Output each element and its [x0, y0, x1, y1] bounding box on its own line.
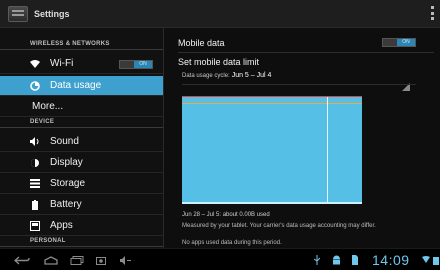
app-title: Settings: [34, 8, 70, 19]
system-navigation-bar: 14:09: [0, 248, 440, 270]
divider: [182, 84, 416, 85]
data-usage-icon: [28, 80, 42, 92]
sidebar-item-battery[interactable]: Battery: [0, 195, 163, 215]
wifi-icon: [28, 58, 42, 70]
storage-icon: [28, 178, 42, 190]
android-debug-icon: [332, 255, 341, 267]
measurement-note: Measured by your tablet. Your carrier's …: [182, 223, 376, 229]
brightness-icon: [28, 157, 42, 169]
sidebar-item-label: Battery: [50, 199, 82, 210]
section-header-wireless: WIRELESS & NETWORKS: [0, 41, 163, 50]
apps-icon: [28, 220, 42, 232]
usage-summary: Jun 28 – Jul 5: about 0.00B used: [182, 212, 270, 218]
sidebar-item-wifi[interactable]: Wi-Fi ON: [0, 54, 163, 74]
mobile-data-label: Mobile data: [178, 38, 225, 48]
sidebar-item-label: Wi-Fi: [50, 58, 74, 69]
no-apps-message: No apps used data during this period.: [182, 240, 282, 246]
sidebar-item-label: More...: [32, 101, 64, 112]
mobile-data-toggle[interactable]: ON: [382, 38, 416, 47]
screenshot-button[interactable]: [96, 255, 106, 265]
sidebar-item-label: Data usage: [50, 80, 102, 91]
section-header-device: DEVICE: [0, 119, 163, 128]
sidebar-item-more[interactable]: More...: [0, 97, 163, 117]
warning-line[interactable]: [182, 103, 362, 104]
data-usage-cycle-dropdown[interactable]: Data usage cycle: Jun 5 – Jul 4: [182, 72, 271, 79]
clock[interactable]: 14:09: [372, 252, 410, 268]
usage-baseline: [182, 202, 362, 204]
wifi-signal-icon: [422, 256, 430, 265]
battery-icon: [28, 199, 42, 211]
usb-icon: [313, 255, 321, 267]
set-data-limit-checkbox[interactable]: Set mobile data limit: [178, 57, 259, 67]
cycle-value: Jun 5 – Jul 4: [231, 72, 272, 79]
sidebar-item-display[interactable]: Display: [0, 153, 163, 173]
sidebar-item-label: Sound: [50, 136, 79, 147]
sidebar-item-label: Apps: [50, 220, 73, 231]
data-usage-chart[interactable]: [182, 96, 362, 204]
wifi-toggle[interactable]: ON: [119, 60, 153, 69]
cycle-end-marker[interactable]: [327, 97, 328, 204]
sd-card-icon: [352, 255, 358, 267]
settings-sidebar: WIRELESS & NETWORKS Wi-Fi ON Data usage …: [0, 28, 163, 248]
sidebar-item-data-usage[interactable]: Data usage: [0, 76, 163, 96]
wifi-toggle-state: ON: [134, 61, 152, 68]
sidebar-item-label: Storage: [50, 178, 86, 189]
action-bar: Settings: [0, 0, 440, 28]
mobile-data-toggle-state: ON: [397, 39, 415, 46]
recent-apps-button[interactable]: [70, 255, 84, 265]
volume-down-button[interactable]: [120, 255, 132, 265]
sidebar-item-storage[interactable]: Storage: [0, 174, 163, 194]
volume-icon: [28, 136, 42, 148]
divider: [178, 52, 434, 53]
settings-app-icon[interactable]: [8, 5, 28, 22]
cycle-label: Data usage cycle:: [182, 73, 230, 79]
battery-status-icon: [433, 256, 439, 267]
sidebar-item-sound[interactable]: Sound: [0, 132, 163, 152]
home-button[interactable]: [44, 255, 58, 265]
back-button[interactable]: [14, 255, 30, 265]
sidebar-item-apps[interactable]: Apps: [0, 216, 163, 236]
data-usage-panel: Mobile data ON Set mobile data limit Dat…: [163, 28, 440, 248]
sidebar-item-label: Display: [50, 157, 83, 168]
section-header-personal: PERSONAL: [0, 238, 163, 247]
overflow-menu-icon[interactable]: [431, 6, 434, 20]
